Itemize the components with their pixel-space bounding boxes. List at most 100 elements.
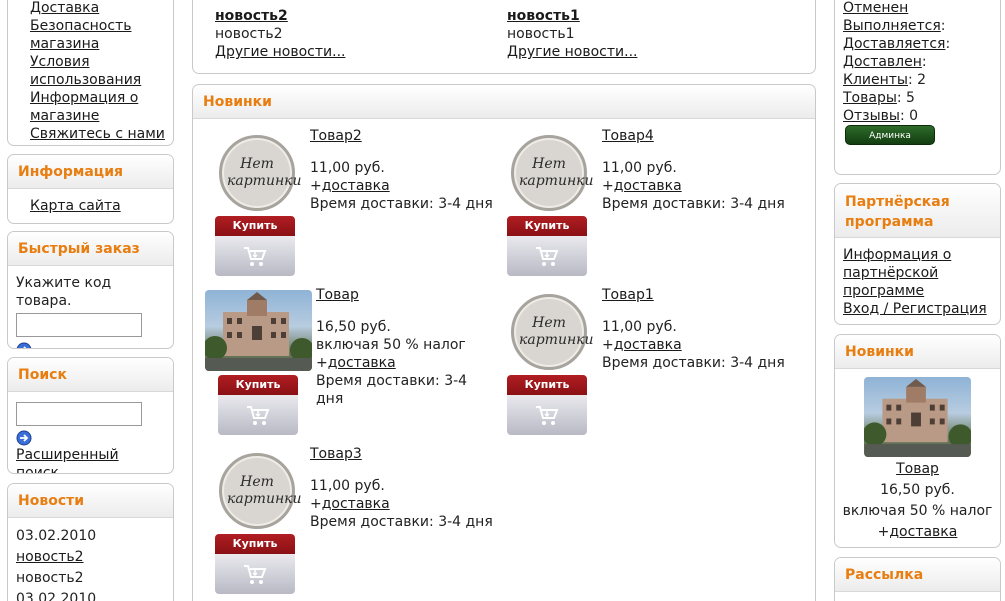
buy-button[interactable]: Купить	[215, 534, 295, 594]
search-box: Поиск Расширенный поиск	[7, 357, 174, 474]
product-name-link[interactable]: Товар2	[310, 127, 493, 145]
stat-row: Доставлен:	[843, 54, 927, 70]
delivery-time: Время доставки: 3-4 дня	[602, 196, 785, 212]
buy-button[interactable]: Купить	[215, 216, 295, 276]
search-submit-icon[interactable]	[16, 430, 165, 446]
building-photo-icon	[864, 378, 971, 457]
stat-link-shipping[interactable]: Доставляется	[843, 36, 945, 52]
cart-icon	[247, 406, 270, 425]
product-price: 16,50 руб.	[316, 319, 391, 335]
product-info: Товар3 11,00 руб. +доставка Время достав…	[310, 445, 493, 531]
partner-box: Партнёрская программа Информация о партн…	[834, 183, 1001, 325]
new-products-title: Новинки	[193, 85, 815, 119]
product-price: 11,00 руб.	[602, 160, 677, 176]
mailing-box: Рассылка	[834, 557, 1001, 601]
product-name-link[interactable]: Товар3	[310, 445, 493, 463]
delivery-link[interactable]: доставка	[614, 337, 682, 353]
news-center-box: новость2 новость2 Другие новости... ново…	[192, 0, 816, 74]
info-box-title: Информация	[8, 155, 173, 189]
delivery-row: +доставка	[316, 355, 396, 371]
news-column-2: новость1 новость1 Другие новости...	[507, 7, 637, 61]
delivery-link[interactable]: доставка	[322, 496, 390, 512]
cart-icon	[536, 406, 559, 425]
buy-button[interactable]: Купить	[507, 375, 587, 435]
no-image-placeholder[interactable]: Нет картинки	[511, 135, 594, 211]
right-new-products-box: Новинки Товар 16,50 руб. включая 50 % на…	[834, 334, 1001, 548]
delivery-row: +доставка	[310, 496, 390, 512]
menu-link-terms[interactable]: Условия использования	[30, 53, 141, 89]
admin-button[interactable]: Админка	[845, 125, 935, 145]
stat-link-delivered[interactable]: Доставлен	[843, 54, 922, 70]
product-name-link[interactable]: Товар4	[602, 127, 785, 145]
partner-title: Партнёрская программа	[835, 184, 1000, 238]
product-code-input[interactable]	[16, 313, 142, 337]
quick-order-hint: Укажите код товара.	[16, 275, 112, 309]
no-image-placeholder[interactable]: Нет картинки	[219, 135, 302, 211]
news-title-link[interactable]: новость2	[16, 547, 165, 568]
news-box-title: Новости	[8, 484, 173, 518]
product-name-link[interactable]: Товар	[835, 459, 1000, 480]
quick-order-title: Быстрый заказ	[8, 232, 173, 266]
stat-link-in-progress[interactable]: Выполняется	[843, 18, 941, 34]
news-text: новость2	[215, 26, 283, 42]
news-date: 03.02.2010	[16, 591, 97, 601]
product-info: Товар 16,50 руб. включая 50 % налог +дос…	[316, 286, 467, 408]
quick-order-submit-icon[interactable]	[16, 342, 165, 348]
product-price: 11,00 руб.	[310, 478, 385, 494]
quick-order-box: Быстрый заказ Укажите код товара.	[7, 231, 174, 349]
menu-link-contact[interactable]: Свяжитесь с нами	[30, 125, 165, 143]
delivery-link[interactable]: доставка	[614, 178, 682, 194]
more-news-link[interactable]: Другие новости...	[507, 43, 637, 61]
advanced-search-link[interactable]: Расширенный поиск	[16, 446, 165, 473]
product-photo[interactable]	[864, 377, 971, 457]
right-new-products-title: Новинки	[835, 335, 1000, 369]
delivery-link[interactable]: доставка	[889, 524, 957, 540]
right-product-info: Товар 16,50 руб. включая 50 % налог +дос…	[835, 459, 1000, 543]
menu-link-delivery[interactable]: Доставка	[30, 0, 165, 17]
no-image-placeholder[interactable]: Нет картинки	[511, 294, 594, 370]
cart-icon	[244, 565, 267, 584]
menu-link-security[interactable]: Безопасность магазина	[30, 17, 140, 53]
delivery-time-cont: дня	[316, 391, 344, 407]
delivery-link[interactable]: доставка	[322, 178, 390, 194]
product-price: 16,50 руб.	[880, 482, 955, 498]
news-text: новость2	[16, 570, 84, 586]
partner-info-link[interactable]: Информация о партнёрской программе	[843, 246, 963, 300]
stat-row: Клиенты: 2	[843, 72, 927, 88]
product-name-link[interactable]: Товар1	[602, 286, 785, 304]
stat-link-products[interactable]: Товары	[843, 90, 897, 106]
stat-link-cancelled[interactable]: Отменен	[843, 0, 908, 16]
stat-row: Доставляется:	[843, 36, 951, 52]
news-column-1: новость2 новость2 Другие новости...	[215, 7, 345, 61]
news-text: новость1	[507, 26, 575, 42]
no-image-placeholder[interactable]: Нет картинки	[219, 453, 302, 529]
delivery-row: +доставка	[310, 178, 390, 194]
mailing-title: Рассылка	[835, 558, 1000, 592]
product-tax: включая 50 % налог	[842, 503, 993, 519]
delivery-row: +доставка	[602, 178, 682, 194]
news-title-link[interactable]: новость1	[507, 7, 637, 25]
partner-login-link[interactable]: Вход / Регистрация	[843, 300, 992, 318]
stat-link-reviews[interactable]: Отзывы	[843, 108, 900, 124]
cart-icon	[536, 247, 559, 266]
buy-button[interactable]: Купить	[507, 216, 587, 276]
product-price: 11,00 руб.	[310, 160, 385, 176]
product-info: Товар2 11,00 руб. +доставка Время достав…	[310, 127, 493, 213]
search-box-title: Поиск	[8, 358, 173, 392]
cart-icon	[244, 247, 267, 266]
news-title-link[interactable]: новость2	[215, 7, 345, 25]
building-photo-icon	[205, 292, 312, 371]
product-photo[interactable]	[205, 290, 312, 371]
product-name-link[interactable]: Товар	[316, 286, 467, 304]
more-news-link[interactable]: Другие новости...	[215, 43, 345, 61]
stat-link-clients[interactable]: Клиенты	[843, 72, 908, 88]
buy-button[interactable]: Купить	[218, 375, 298, 435]
delivery-row: +доставка	[877, 524, 958, 540]
product-info: Товар1 11,00 руб. +доставка Время достав…	[602, 286, 785, 372]
delivery-link[interactable]: доставка	[328, 355, 396, 371]
sitemap-link[interactable]: Карта сайта	[30, 197, 165, 215]
menu-link-about[interactable]: Информация о магазине	[30, 89, 140, 125]
stats-box: Отменен Выполняется: Доставляется: Доста…	[834, 0, 1001, 175]
stat-row: Выполняется:	[843, 18, 946, 34]
search-input[interactable]	[16, 402, 142, 426]
